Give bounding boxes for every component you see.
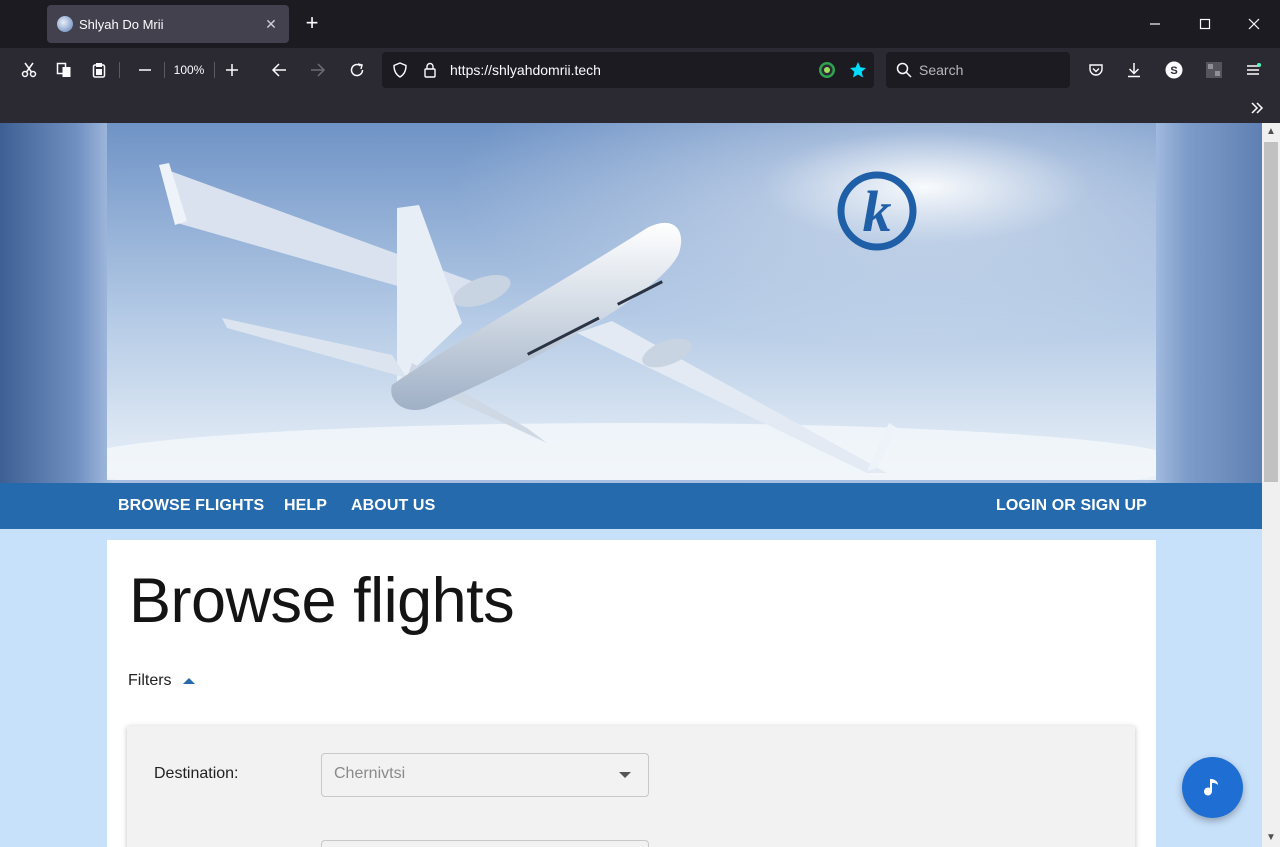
bookmarks-bar — [0, 92, 1280, 123]
close-tab-icon[interactable]: ✕ — [263, 16, 279, 32]
bookmark-star-icon[interactable] — [844, 56, 872, 84]
toolbar-separator — [214, 62, 215, 78]
maximize-icon[interactable] — [1189, 8, 1221, 40]
second-filter-select[interactable] — [321, 840, 649, 847]
filters-toggle[interactable]: Filters — [128, 672, 195, 690]
skype-extension-icon[interactable]: S — [1160, 56, 1188, 84]
nav-help[interactable]: HELP — [284, 497, 327, 515]
scroll-up-icon[interactable]: ▲ — [1262, 123, 1280, 141]
reload-icon[interactable] — [343, 56, 371, 84]
destination-value: Chernivtsi — [334, 765, 406, 782]
destination-label: Destination: — [154, 765, 239, 782]
new-tab-icon[interactable]: + — [300, 12, 324, 36]
page-title: Browse flights — [129, 566, 515, 636]
svg-text:S: S — [1170, 65, 1177, 77]
scrollbar-thumb[interactable] — [1264, 142, 1278, 482]
zoom-out-icon[interactable] — [131, 56, 159, 84]
site-favicon-icon — [57, 16, 73, 32]
browser-tab[interactable]: Shlyah Do Mrii ✕ — [47, 5, 289, 43]
toolbar-separator — [119, 62, 120, 78]
cut-icon[interactable] — [15, 56, 43, 84]
filters-label: Filters — [128, 672, 172, 689]
caret-up-icon — [182, 678, 195, 684]
lock-icon[interactable] — [416, 56, 444, 84]
nav-browse-flights[interactable]: BROWSE FLIGHTS — [118, 497, 264, 515]
music-note-icon — [1203, 778, 1218, 795]
copy-icon[interactable] — [50, 56, 78, 84]
paste-icon[interactable] — [85, 56, 113, 84]
extension-target-icon[interactable] — [813, 56, 841, 84]
forward-arrow-icon[interactable] — [304, 56, 332, 84]
music-fab-button[interactable] — [1182, 757, 1243, 818]
shield-icon[interactable] — [386, 56, 414, 84]
pocket-icon[interactable] — [1082, 56, 1110, 84]
close-window-icon[interactable] — [1238, 8, 1270, 40]
url-text[interactable]: https://shlyahdomrii.tech — [450, 62, 601, 78]
toolbar-separator — [164, 62, 165, 78]
tab-title: Shlyah Do Mrii — [79, 16, 164, 32]
download-icon[interactable] — [1120, 56, 1148, 84]
extension-grid-icon[interactable] — [1200, 56, 1228, 84]
search-placeholder[interactable]: Search — [919, 62, 963, 78]
minimize-icon[interactable] — [1139, 8, 1171, 40]
chevron-double-right-icon[interactable] — [1243, 94, 1271, 122]
zoom-in-icon[interactable] — [218, 56, 246, 84]
svg-text:k: k — [863, 179, 892, 244]
menu-icon[interactable] — [1239, 56, 1267, 84]
nav-login-signup[interactable]: LOGIN OR SIGN UP — [996, 497, 1147, 515]
scroll-down-icon[interactable]: ▼ — [1262, 829, 1280, 847]
dropdown-caret-icon — [619, 772, 631, 778]
airplane-hero-image: k — [107, 123, 1156, 480]
zoom-level[interactable]: 100% — [166, 63, 212, 77]
nav-about-us[interactable]: ABOUT US — [351, 497, 435, 515]
back-arrow-icon[interactable] — [265, 56, 293, 84]
search-icon — [890, 56, 918, 84]
